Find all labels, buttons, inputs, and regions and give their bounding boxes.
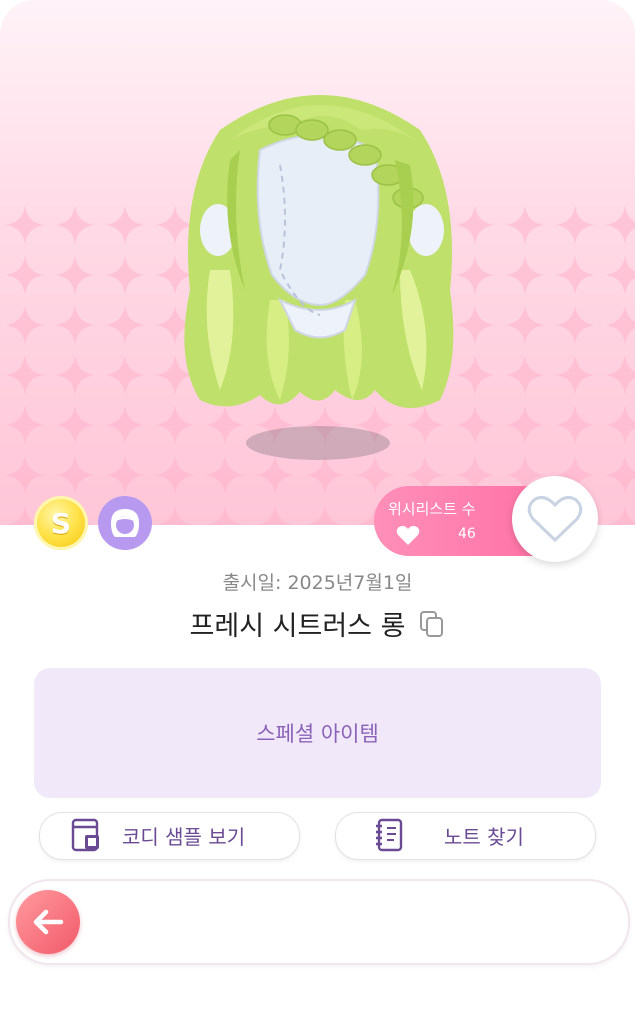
hair-face-icon [111,509,139,537]
hair-item-image [184,95,454,408]
special-item-label: 스페셜 아이템 [256,722,379,746]
item-shadow [246,426,390,460]
item-title-row: 프레시 시트러스 롱 [0,604,635,643]
hair-category-icon [98,496,152,550]
copy-icon[interactable] [419,610,445,638]
coordi-sample-label: 코디 샘플 보기 [122,825,246,849]
notebook-icon [376,818,403,852]
find-note-button[interactable]: 노트 찾기 [335,812,596,860]
heart-outline-icon [527,495,583,543]
item-name: 프레시 시트러스 롱 [189,611,406,642]
find-note-label: 노트 찾기 [444,825,524,849]
item-detail-card: S 위시리스트 수 46 출시일: 2025년7월1일 프레시 시트러스 롱 스… [0,0,635,1024]
item-preview-banner [0,0,635,525]
heart-icon [396,525,420,545]
special-item-banner: 스페셜 아이템 [34,668,601,798]
wishlist-heart-button[interactable] [512,476,598,562]
bottom-action-bar [8,879,630,965]
coin-letter: S [50,506,72,540]
release-date: 출시일: 2025년7월1일 [222,572,413,594]
coordi-sample-icon [71,818,99,852]
s-coin-icon: S [34,496,88,550]
wishlist-label: 위시리스트 수 [388,500,476,518]
wishlist-count: 46 [458,526,476,542]
arrow-left-icon [33,909,64,935]
coordi-sample-button[interactable]: 코디 샘플 보기 [39,812,300,860]
back-button[interactable] [16,890,80,954]
